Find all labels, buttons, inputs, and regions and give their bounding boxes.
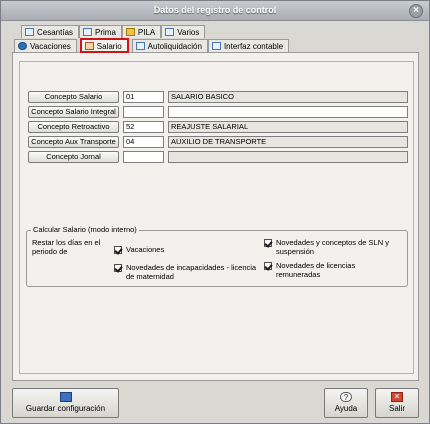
tab-content-salario: Concepto Salario 01 SALARIO BASICO Conce… bbox=[12, 52, 419, 381]
checkbox-box[interactable] bbox=[114, 246, 122, 254]
concepto-jornal-button[interactable]: Concepto Jornal bbox=[28, 151, 119, 163]
floppy-disk-icon bbox=[59, 392, 72, 402]
concepto-jornal-description bbox=[168, 151, 408, 163]
varios-icon bbox=[165, 28, 175, 36]
title-bar: Datos del registro de control × bbox=[1, 1, 429, 21]
salario-icon bbox=[84, 42, 94, 50]
tab-cesantias[interactable]: Cesantías bbox=[21, 25, 80, 38]
autoliquidacion-icon bbox=[135, 42, 145, 50]
tab-label: PILA bbox=[137, 27, 156, 37]
checkbox-label: Novedades de licencias remuneradas bbox=[276, 261, 356, 279]
restar-dias-label: Restar los días en el periodo de bbox=[32, 238, 101, 256]
concept-row: Concepto Retroactivo 52 REAJUSTE SALARIA… bbox=[28, 121, 408, 133]
checkbox-box[interactable] bbox=[264, 262, 272, 270]
concepto-aux-transporte-button[interactable]: Concepto Aux Transporte bbox=[28, 136, 119, 148]
tab-autoliquidacion[interactable]: Autoliquidación bbox=[131, 39, 208, 52]
concepto-aux-transporte-description: AUXILIO DE TRANSPORTE bbox=[168, 136, 408, 148]
tab-row-bottom: Vacaciones Salario Autoliquidación Inter… bbox=[14, 38, 290, 53]
concepto-salario-integral-description bbox=[168, 106, 408, 118]
tab-interfaz-contable[interactable]: Interfaz contable bbox=[207, 39, 290, 52]
concepto-salario-button[interactable]: Concepto Salario bbox=[28, 91, 119, 103]
concepto-retroactivo-button[interactable]: Concepto Retroactivo bbox=[28, 121, 119, 133]
tab-pila[interactable]: PILA bbox=[121, 25, 162, 38]
licencias-remuneradas-checkbox[interactable]: Novedades de licencias remuneradas bbox=[264, 261, 389, 279]
tab-varios[interactable]: Varios bbox=[161, 25, 206, 38]
tab-label: Vacaciones bbox=[30, 41, 71, 51]
concepto-salario-code-field[interactable]: 01 bbox=[123, 91, 164, 103]
ayuda-button[interactable]: ? Ayuda bbox=[324, 388, 368, 418]
concept-row: Concepto Salario 01 SALARIO BASICO bbox=[28, 91, 408, 103]
concept-row: Concepto Aux Transporte 04 AUXILIO DE TR… bbox=[28, 136, 408, 148]
vacaciones-icon bbox=[18, 42, 27, 50]
tab-prima[interactable]: Prima bbox=[79, 25, 122, 38]
tab-label: Salario bbox=[96, 41, 122, 51]
checkbox-box[interactable] bbox=[264, 239, 272, 247]
concept-row: Concepto Salario Integral bbox=[28, 106, 408, 118]
tab-row-top: Cesantías Prima PILA Varios bbox=[21, 25, 206, 38]
vacaciones-checkbox[interactable]: Vacaciones bbox=[114, 245, 234, 255]
tab-label: Prima bbox=[95, 27, 116, 37]
window-title: Datos del registro de control bbox=[153, 5, 277, 15]
tab-vacaciones[interactable]: Vacaciones bbox=[14, 39, 77, 52]
concepto-salario-description: SALARIO BASICO bbox=[168, 91, 408, 103]
group-title: Calcular Salario (modo interno) bbox=[31, 225, 139, 234]
interfaz-icon bbox=[211, 42, 221, 50]
sln-suspension-checkbox[interactable]: Novedades y conceptos de SLN y suspensió… bbox=[264, 238, 389, 256]
concepto-salario-integral-button[interactable]: Concepto Salario Integral bbox=[28, 106, 119, 118]
tab-label: Varios bbox=[177, 27, 200, 37]
salir-button[interactable]: ✕ Salir bbox=[375, 388, 419, 418]
tab-label: Cesantías bbox=[37, 27, 74, 37]
button-label: Guardar configuración bbox=[25, 404, 106, 413]
tab-label: Autoliquidación bbox=[147, 41, 202, 51]
concepto-retroactivo-code-field[interactable]: 52 bbox=[123, 121, 164, 133]
button-label: Salir bbox=[388, 404, 405, 413]
close-icon[interactable]: × bbox=[409, 4, 423, 18]
dialog-window: Datos del registro de control × Cesantía… bbox=[0, 0, 430, 424]
pila-icon bbox=[125, 28, 135, 36]
concepto-aux-transporte-code-field[interactable]: 04 bbox=[123, 136, 164, 148]
content-frame: Concepto Salario 01 SALARIO BASICO Conce… bbox=[19, 61, 414, 374]
guardar-configuracion-button[interactable]: Guardar configuración bbox=[12, 388, 119, 418]
checkbox-label: Novedades de incapacidades - licencia de… bbox=[126, 263, 257, 281]
calcular-salario-group: Calcular Salario (modo interno) Restar l… bbox=[26, 225, 408, 287]
tab-label: Interfaz contable bbox=[223, 41, 284, 51]
help-icon: ? bbox=[340, 392, 352, 402]
exit-icon: ✕ bbox=[391, 392, 403, 402]
button-label: Ayuda bbox=[334, 404, 358, 413]
checkbox-box[interactable] bbox=[114, 264, 122, 272]
incapacidades-checkbox[interactable]: Novedades de incapacidades - licencia de… bbox=[114, 263, 264, 281]
concepto-salario-integral-code-field[interactable] bbox=[123, 106, 164, 118]
concept-row: Concepto Jornal bbox=[28, 151, 408, 163]
cesantias-icon bbox=[25, 28, 34, 36]
concepto-retroactivo-description: REAJUSTE SALARIAL bbox=[168, 121, 408, 133]
prima-icon bbox=[83, 28, 93, 36]
concepto-jornal-code-field[interactable] bbox=[123, 151, 164, 163]
checkbox-label: Vacaciones bbox=[126, 245, 165, 254]
checkbox-label: Novedades y conceptos de SLN y suspensió… bbox=[276, 238, 389, 256]
tab-salario[interactable]: Salario bbox=[79, 38, 129, 53]
